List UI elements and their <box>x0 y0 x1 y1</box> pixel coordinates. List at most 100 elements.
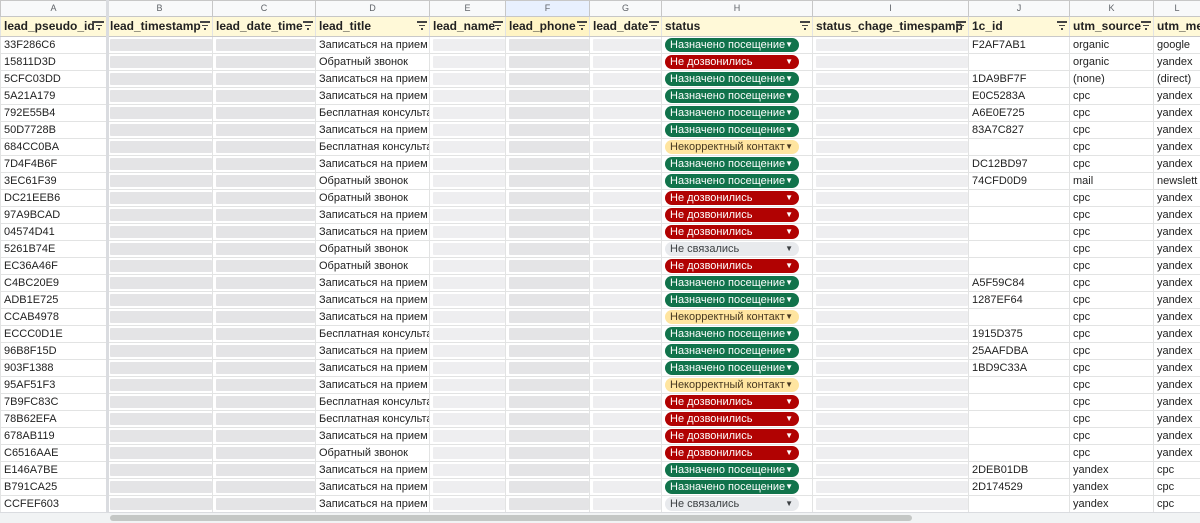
cell-utm-source[interactable]: cpc <box>1070 309 1154 326</box>
cell-lead-name[interactable] <box>430 462 506 479</box>
cell-1c-id[interactable] <box>969 377 1070 394</box>
filter-icon[interactable] <box>577 21 587 31</box>
cell-utm-source[interactable]: cpc <box>1070 224 1154 241</box>
dropdown-arrow-icon[interactable]: ▼ <box>785 412 793 426</box>
dropdown-arrow-icon[interactable]: ▼ <box>785 361 793 375</box>
cell-lead-phone[interactable] <box>506 479 590 496</box>
dropdown-arrow-icon[interactable]: ▼ <box>785 242 793 256</box>
cell-lead-pseudo-id[interactable]: 97A9BCAD <box>1 207 107 224</box>
header-lead-timestamp[interactable]: lead_timestamp <box>107 17 213 37</box>
cell-lead-phone[interactable] <box>506 309 590 326</box>
cell-lead-timestamp[interactable] <box>107 173 213 190</box>
cell-status[interactable]: Назначено посещение▼ <box>662 173 813 190</box>
cell-utm-source[interactable]: yandex <box>1070 462 1154 479</box>
cell-status-change-timestamp[interactable] <box>813 343 969 360</box>
cell-lead-phone[interactable] <box>506 105 590 122</box>
cell-lead-timestamp[interactable] <box>107 309 213 326</box>
cell-lead-date[interactable] <box>590 122 662 139</box>
cell-lead-phone[interactable] <box>506 445 590 462</box>
header-status-chage-timespamp[interactable]: status_chage_timespamp <box>813 17 969 37</box>
cell-status[interactable]: Назначено посещение▼ <box>662 71 813 88</box>
filter-icon[interactable] <box>800 21 810 31</box>
dropdown-arrow-icon[interactable]: ▼ <box>785 480 793 494</box>
header-lead-phone[interactable]: lead_phone <box>506 17 590 37</box>
cell-status[interactable]: Не дозвонились▼ <box>662 258 813 275</box>
cell-lead-pseudo-id[interactable]: 7B9FC83C <box>1 394 107 411</box>
cell-utm-medium[interactable]: yandex <box>1154 360 1200 377</box>
cell-status[interactable]: Назначено посещение▼ <box>662 88 813 105</box>
cell-utm-source[interactable]: organic <box>1070 54 1154 71</box>
cell-utm-medium[interactable]: yandex <box>1154 292 1200 309</box>
cell-lead-timestamp[interactable] <box>107 37 213 54</box>
cell-lead-date-time[interactable] <box>213 241 316 258</box>
cell-status[interactable]: Некорректный контакт▼ <box>662 139 813 156</box>
cell-lead-pseudo-id[interactable]: C6516AAE <box>1 445 107 462</box>
cell-lead-date[interactable] <box>590 394 662 411</box>
cell-lead-name[interactable] <box>430 326 506 343</box>
cell-status[interactable]: Не дозвонились▼ <box>662 394 813 411</box>
cell-lead-title[interactable]: Записаться на прием <box>316 479 430 496</box>
cell-lead-phone[interactable] <box>506 241 590 258</box>
status-dropdown-chip[interactable]: Назначено посещение▼ <box>665 123 799 137</box>
cell-lead-name[interactable] <box>430 428 506 445</box>
cell-utm-medium[interactable]: yandex <box>1154 122 1200 139</box>
cell-utm-source[interactable]: cpc <box>1070 139 1154 156</box>
cell-lead-date-time[interactable] <box>213 190 316 207</box>
cell-lead-date[interactable] <box>590 275 662 292</box>
cell-lead-name[interactable] <box>430 292 506 309</box>
cell-lead-pseudo-id[interactable]: EC36A46F <box>1 258 107 275</box>
cell-lead-title[interactable]: Обратный звонок <box>316 173 430 190</box>
cell-status-change-timestamp[interactable] <box>813 479 969 496</box>
cell-lead-phone[interactable] <box>506 207 590 224</box>
column-letter-f[interactable]: F <box>506 1 590 17</box>
cell-status-change-timestamp[interactable] <box>813 258 969 275</box>
column-letter-b[interactable]: B <box>107 1 213 17</box>
dropdown-arrow-icon[interactable]: ▼ <box>785 310 793 324</box>
cell-utm-medium[interactable]: yandex <box>1154 139 1200 156</box>
column-letter-d[interactable]: D <box>316 1 430 17</box>
cell-lead-name[interactable] <box>430 224 506 241</box>
cell-1c-id[interactable]: 1BD9C33A <box>969 360 1070 377</box>
cell-lead-name[interactable] <box>430 139 506 156</box>
cell-lead-date[interactable] <box>590 445 662 462</box>
filter-icon[interactable] <box>649 21 659 31</box>
cell-status-change-timestamp[interactable] <box>813 122 969 139</box>
cell-lead-phone[interactable] <box>506 343 590 360</box>
cell-lead-phone[interactable] <box>506 122 590 139</box>
cell-lead-date-time[interactable] <box>213 292 316 309</box>
cell-lead-phone[interactable] <box>506 326 590 343</box>
cell-lead-timestamp[interactable] <box>107 105 213 122</box>
cell-status[interactable]: Некорректный контакт▼ <box>662 377 813 394</box>
cell-utm-source[interactable]: mail <box>1070 173 1154 190</box>
cell-utm-medium[interactable]: yandex <box>1154 275 1200 292</box>
status-dropdown-chip[interactable]: Не дозвонились▼ <box>665 412 799 426</box>
filter-icon[interactable] <box>94 21 104 31</box>
cell-lead-pseudo-id[interactable]: E146A7BE <box>1 462 107 479</box>
cell-lead-name[interactable] <box>430 343 506 360</box>
cell-lead-name[interactable] <box>430 275 506 292</box>
cell-lead-pseudo-id[interactable]: C4BC20E9 <box>1 275 107 292</box>
cell-status[interactable]: Назначено посещение▼ <box>662 360 813 377</box>
cell-lead-timestamp[interactable] <box>107 258 213 275</box>
cell-lead-name[interactable] <box>430 394 506 411</box>
cell-1c-id[interactable]: 25AAFDBA <box>969 343 1070 360</box>
cell-lead-phone[interactable] <box>506 190 590 207</box>
dropdown-arrow-icon[interactable]: ▼ <box>785 89 793 103</box>
cell-status-change-timestamp[interactable] <box>813 37 969 54</box>
dropdown-arrow-icon[interactable]: ▼ <box>785 259 793 273</box>
cell-1c-id[interactable] <box>969 496 1070 513</box>
status-dropdown-chip[interactable]: Назначено посещение▼ <box>665 174 799 188</box>
status-dropdown-chip[interactable]: Назначено посещение▼ <box>665 463 799 477</box>
cell-utm-source[interactable]: cpc <box>1070 122 1154 139</box>
cell-utm-source[interactable]: cpc <box>1070 190 1154 207</box>
filter-icon[interactable] <box>1141 21 1151 31</box>
dropdown-arrow-icon[interactable]: ▼ <box>785 55 793 69</box>
cell-1c-id[interactable] <box>969 258 1070 275</box>
cell-lead-pseudo-id[interactable]: CCFEF603 <box>1 496 107 513</box>
cell-status[interactable]: Некорректный контакт▼ <box>662 309 813 326</box>
cell-lead-pseudo-id[interactable]: 78B62EFA <box>1 411 107 428</box>
cell-lead-pseudo-id[interactable]: 3EC61F39 <box>1 173 107 190</box>
filter-icon[interactable] <box>493 21 503 31</box>
cell-1c-id[interactable]: E0C5283A <box>969 88 1070 105</box>
cell-status-change-timestamp[interactable] <box>813 360 969 377</box>
